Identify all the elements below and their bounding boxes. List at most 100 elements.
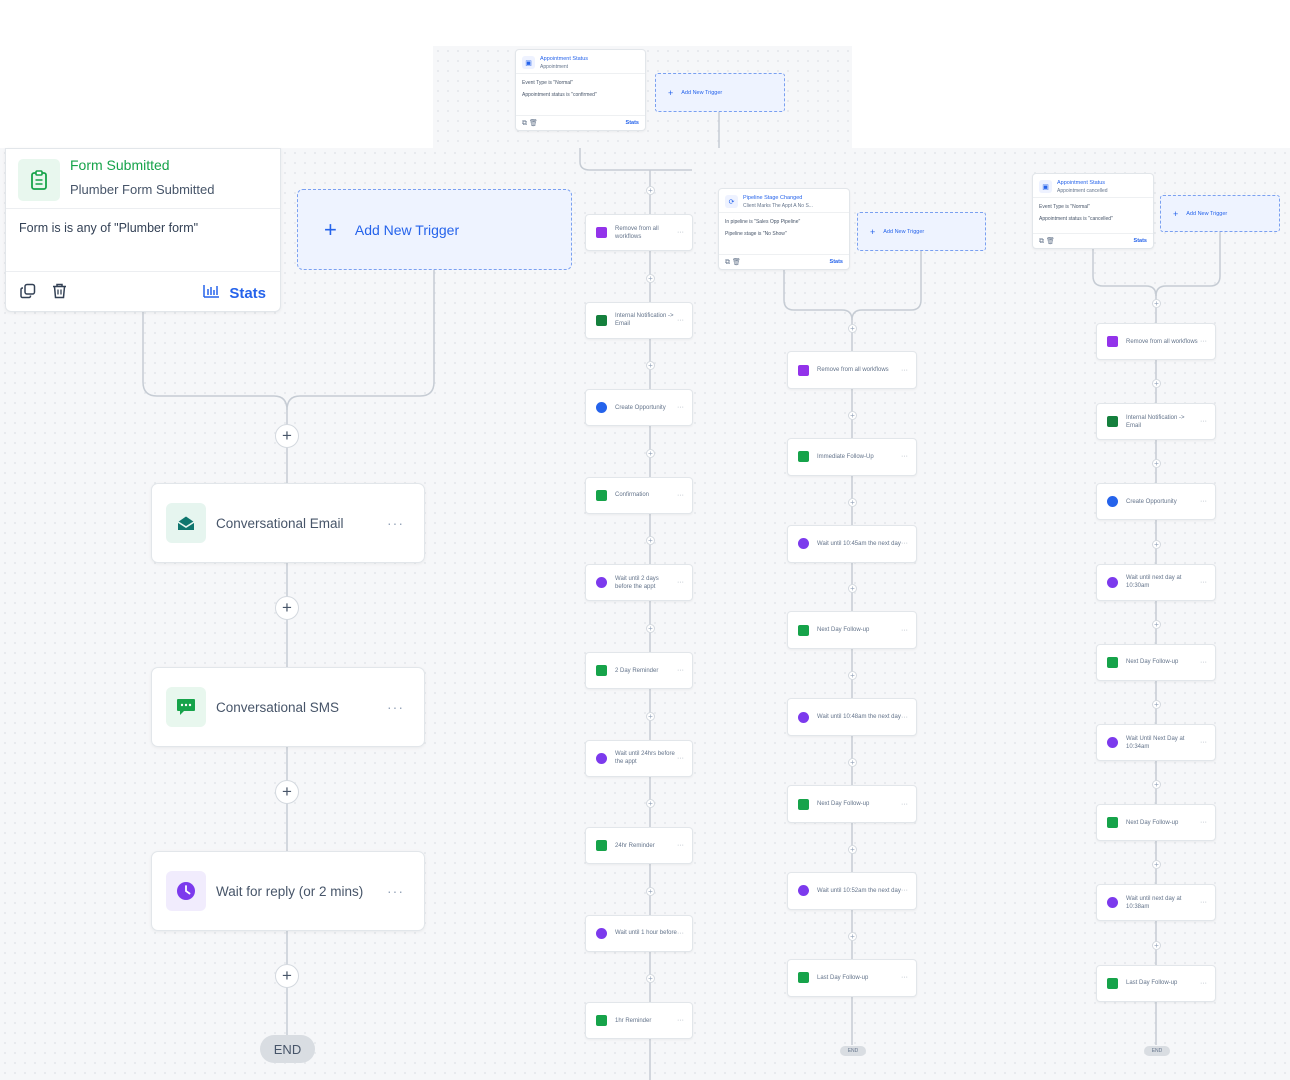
more-options-button[interactable]: ··· bbox=[677, 492, 684, 499]
duplicate-icon[interactable]: ⧉ 🗑 bbox=[522, 119, 538, 128]
add-action-plus[interactable]: + bbox=[1152, 619, 1161, 629]
add-new-trigger-button[interactable]: + Add New Trigger bbox=[297, 189, 572, 270]
more-options-button[interactable]: ··· bbox=[1200, 980, 1207, 987]
add-action-plus[interactable]: + bbox=[646, 186, 655, 195]
duplicate-icon[interactable] bbox=[20, 283, 36, 304]
add-action-plus[interactable]: + bbox=[848, 758, 857, 767]
add-action-plus[interactable]: + bbox=[275, 964, 299, 988]
more-options-button[interactable]: ··· bbox=[677, 842, 684, 849]
add-new-trigger-button[interactable]: + Add New Trigger bbox=[655, 73, 785, 112]
more-options-button[interactable]: ··· bbox=[677, 229, 684, 236]
add-action-plus[interactable]: + bbox=[848, 497, 857, 507]
action-node[interactable]: 24hr Reminder ··· bbox=[585, 827, 693, 865]
more-options-button[interactable]: ··· bbox=[1200, 498, 1207, 505]
duplicate-icon[interactable]: ⧉ 🗑 bbox=[1039, 237, 1055, 246]
add-action-plus[interactable]: + bbox=[1152, 539, 1161, 549]
more-options-button[interactable]: ··· bbox=[1200, 418, 1207, 425]
action-node[interactable]: Last Day Follow-up ··· bbox=[1096, 964, 1216, 1002]
add-action-plus[interactable]: + bbox=[646, 273, 655, 283]
action-label: Remove from all workflows bbox=[1126, 338, 1198, 345]
stats-button[interactable]: Stats bbox=[1134, 238, 1147, 244]
add-action-plus[interactable]: + bbox=[275, 424, 299, 448]
action-node[interactable]: Wait until 10:45am the next day ··· bbox=[787, 524, 917, 563]
action-node[interactable]: Wait until 24hrs before the appt ··· bbox=[585, 739, 693, 777]
action-node[interactable]: Last Day Follow-up ··· bbox=[787, 958, 917, 997]
more-options-button[interactable]: ··· bbox=[1200, 899, 1207, 906]
action-node[interactable]: 2 Day Reminder ··· bbox=[585, 652, 693, 689]
trigger-card-pipeline-stage-changed[interactable]: ⟳ Pipeline Stage Changed Client Marks The… bbox=[718, 188, 850, 270]
action-node[interactable]: Wait until 10:52am the next day ··· bbox=[787, 871, 917, 910]
more-options-button[interactable]: ··· bbox=[677, 579, 684, 586]
action-conversational-email[interactable]: Conversational Email ··· bbox=[151, 483, 425, 563]
action-node[interactable]: Wait until next day at 10:38am ··· bbox=[1096, 884, 1216, 922]
more-options-button[interactable]: ··· bbox=[901, 453, 908, 460]
trigger-card-appointment-status[interactable]: ▣ Appointment Status Appointment Event Ty… bbox=[515, 49, 646, 131]
more-options-button[interactable]: ··· bbox=[901, 627, 908, 634]
action-node[interactable]: Internal Notification -> Email ··· bbox=[1096, 403, 1216, 441]
action-node[interactable]: Wait until 10:48am the next day ··· bbox=[787, 698, 917, 737]
plus-icon: + bbox=[668, 87, 674, 98]
action-node[interactable]: 1hr Reminder ··· bbox=[585, 1002, 693, 1040]
action-node[interactable]: Confirmation ··· bbox=[585, 476, 693, 514]
more-options-button[interactable]: ··· bbox=[677, 317, 684, 324]
add-action-plus[interactable]: + bbox=[1152, 940, 1161, 950]
add-action-plus[interactable]: + bbox=[275, 596, 299, 620]
stats-button[interactable]: Stats bbox=[830, 259, 843, 265]
action-node[interactable]: Next Day Follow-up ··· bbox=[1096, 643, 1216, 681]
more-options-button[interactable]: ··· bbox=[901, 801, 908, 808]
more-options-button[interactable]: ··· bbox=[387, 515, 404, 531]
add-action-plus[interactable]: + bbox=[848, 410, 857, 420]
action-node[interactable]: Next Day Follow-up ··· bbox=[787, 611, 917, 650]
action-node[interactable]: Immediate Follow-Up ··· bbox=[787, 437, 917, 476]
more-options-button[interactable]: ··· bbox=[1200, 819, 1207, 826]
add-action-plus[interactable]: + bbox=[646, 886, 655, 896]
more-options-button[interactable]: ··· bbox=[387, 699, 404, 715]
add-action-plus[interactable]: + bbox=[275, 780, 299, 804]
add-new-trigger-button[interactable]: + Add New Trigger bbox=[857, 212, 986, 251]
add-action-plus[interactable]: + bbox=[1152, 700, 1161, 709]
trigger-card-appointment-cancelled[interactable]: ▣ Appointment Status Appointment cancelle… bbox=[1032, 173, 1154, 249]
action-node[interactable]: Create Opportunity ··· bbox=[585, 389, 693, 427]
more-options-button[interactable]: ··· bbox=[1200, 659, 1207, 666]
stats-button[interactable]: Stats bbox=[203, 284, 266, 302]
add-action-plus[interactable]: + bbox=[646, 448, 655, 458]
more-options-button[interactable]: ··· bbox=[677, 667, 684, 674]
add-action-plus[interactable]: + bbox=[1152, 299, 1161, 308]
action-node[interactable]: Wait Until Next Day at 10:34am ··· bbox=[1096, 724, 1216, 761]
more-options-button[interactable]: ··· bbox=[387, 883, 404, 899]
action-wait-for-reply[interactable]: Wait for reply (or 2 mins) ··· bbox=[151, 851, 425, 931]
trash-icon[interactable] bbox=[52, 283, 67, 304]
more-options-button[interactable]: ··· bbox=[1200, 739, 1207, 746]
action-node[interactable]: Wait until 1 hour before ··· bbox=[585, 914, 693, 952]
add-action-plus[interactable]: + bbox=[646, 711, 655, 721]
action-node[interactable]: Create Opportunity ··· bbox=[1096, 483, 1216, 521]
duplicate-icon[interactable]: ⧉ 🗑 bbox=[725, 258, 741, 267]
add-action-plus[interactable]: + bbox=[848, 324, 857, 333]
action-conversational-sms[interactable]: Conversational SMS ··· bbox=[151, 667, 425, 747]
action-node[interactable]: Next Day Follow-up ··· bbox=[1096, 804, 1216, 842]
add-action-plus[interactable]: + bbox=[848, 931, 857, 941]
more-options-button[interactable]: ··· bbox=[677, 755, 684, 762]
more-options-button[interactable]: ··· bbox=[901, 367, 908, 374]
more-options-button[interactable]: ··· bbox=[901, 887, 908, 894]
more-options-button[interactable]: ··· bbox=[901, 540, 908, 547]
more-options-button[interactable]: ··· bbox=[1200, 338, 1207, 345]
more-options-button[interactable]: ··· bbox=[1200, 579, 1207, 586]
more-options-button[interactable]: ··· bbox=[677, 1017, 684, 1024]
more-options-button[interactable]: ··· bbox=[677, 930, 684, 937]
action-node[interactable]: Remove from all workflows ··· bbox=[585, 214, 693, 251]
action-node[interactable]: Remove from all workflows ··· bbox=[1096, 323, 1216, 360]
add-new-trigger-button[interactable]: + Add New Trigger bbox=[1160, 195, 1280, 232]
add-action-plus[interactable]: + bbox=[646, 624, 655, 633]
action-node[interactable]: Remove from all workflows ··· bbox=[787, 351, 917, 389]
stats-button[interactable]: Stats bbox=[626, 120, 639, 126]
action-node[interactable]: Wait until 2 days before the appt ··· bbox=[585, 564, 693, 602]
more-options-button[interactable]: ··· bbox=[677, 404, 684, 411]
action-node[interactable]: Wait until next day at 10:30am ··· bbox=[1096, 563, 1216, 601]
trigger-card-form-submitted[interactable]: Form Submitted Plumber Form Submitted Fo… bbox=[5, 148, 281, 312]
action-node[interactable]: Internal Notification -> Email ··· bbox=[585, 301, 693, 339]
more-options-button[interactable]: ··· bbox=[901, 974, 908, 981]
action-node[interactable]: Next Day Follow-up ··· bbox=[787, 785, 917, 823]
add-action-plus[interactable]: + bbox=[848, 844, 857, 854]
more-options-button[interactable]: ··· bbox=[901, 714, 908, 721]
